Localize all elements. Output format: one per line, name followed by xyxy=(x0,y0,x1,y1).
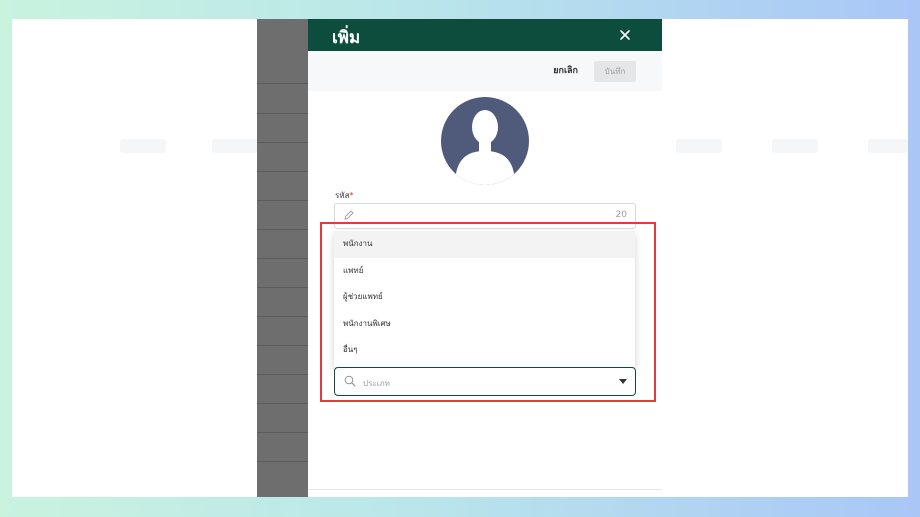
dropdown-option-doctor[interactable]: แพทย์ xyxy=(334,258,635,285)
close-button[interactable] xyxy=(616,26,634,44)
drawer-toolbar: ยกเลิก บันทึก xyxy=(308,51,662,91)
modal-backdrop[interactable] xyxy=(257,19,308,497)
code-label-text: รหัส xyxy=(335,191,350,200)
background-placeholder xyxy=(676,139,722,153)
dropdown-option-other[interactable]: อื่นๆ xyxy=(334,337,635,364)
code-label: รหัส* xyxy=(335,189,353,202)
background-placeholder xyxy=(772,139,818,153)
required-mark: * xyxy=(349,191,354,200)
type-placeholder: ประเภท xyxy=(363,379,390,388)
dropdown-option-employee[interactable]: พนักงาน xyxy=(334,231,635,258)
code-input[interactable]: 20 xyxy=(334,203,636,229)
search-icon xyxy=(344,375,356,387)
cancel-button[interactable]: ยกเลิก xyxy=(553,63,578,77)
user-avatar-icon xyxy=(455,110,515,185)
drawer-header: เพิ่ม xyxy=(308,19,662,51)
caret-down-icon xyxy=(619,379,627,384)
background-placeholder xyxy=(868,139,908,153)
drawer-footer-divider xyxy=(308,489,662,490)
add-drawer: เพิ่ม ยกเลิก บันทึก รหัส* 20 พนักงาน แพท… xyxy=(308,19,662,497)
save-button[interactable]: บันทึก xyxy=(594,61,636,82)
type-dropdown-menu: พนักงาน แพทย์ ผู้ช่วยแพทย์ พนักงานพิเศษ … xyxy=(334,231,635,367)
type-select[interactable]: ประเภท xyxy=(334,367,636,396)
pencil-icon xyxy=(344,210,354,220)
close-icon xyxy=(620,30,630,40)
drawer-title: เพิ่ม xyxy=(332,28,361,48)
background-placeholder xyxy=(212,139,258,153)
screen-frame: เพิ่ม ยกเลิก บันทึก รหัส* 20 พนักงาน แพท… xyxy=(12,19,908,497)
dropdown-option-doctor-assistant[interactable]: ผู้ช่วยแพทย์ xyxy=(334,284,635,311)
dropdown-option-special-employee[interactable]: พนักงานพิเศษ xyxy=(334,311,635,338)
background-placeholder xyxy=(120,139,166,153)
character-counter: 20 xyxy=(615,210,627,220)
avatar[interactable] xyxy=(441,97,529,185)
save-button-label: บันทึก xyxy=(604,67,626,76)
